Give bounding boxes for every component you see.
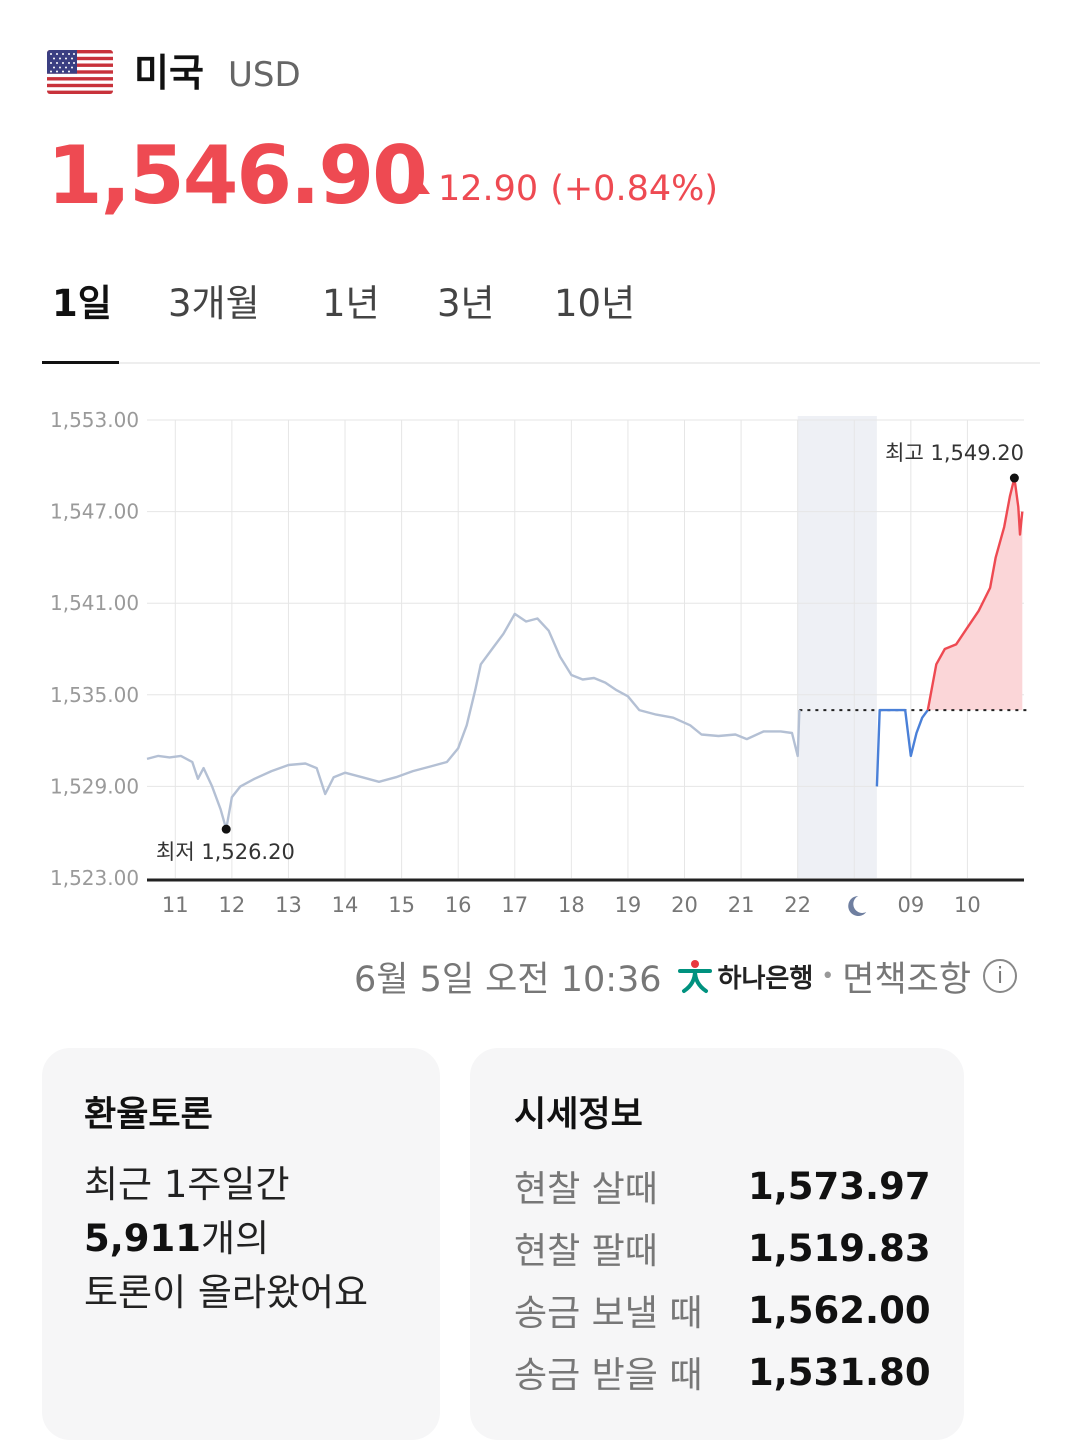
rate-label: 현찰 살때 [514,1169,658,1210]
x-tick-label: 12 [219,893,246,917]
series-line-today-down [875,708,929,787]
x-tick-label: 09 [897,893,924,917]
rate-value: 1,562.00 [748,1288,931,1332]
discussion-card[interactable]: 환율토론 최근 1주일간 5,911개의 토론이 올라왔어요 [42,1048,440,1440]
rate-row-remit-send: 송금 보낼 때 1,562.00 [514,1280,934,1340]
x-tick-label: 22 [784,893,811,917]
rate-info-title: 시세정보 [514,1095,643,1135]
rate-label: 송금 받을 때 [514,1355,703,1396]
rate-label: 현찰 팔때 [514,1231,658,1272]
discussion-line2: 5,911개의 [84,1212,368,1266]
chart-footer: 6월 5일 오전 10:36 하나은행 • 면책조항 i [354,948,1018,1004]
bank-logo: 하나은행 [676,957,814,995]
low-label: 최저 1,526.20 [156,840,295,864]
change-percent: (+0.84%) [550,169,719,209]
discussion-line3: 토론이 올라왔어요 [84,1271,369,1314]
active-tab-indicator [42,361,119,364]
tab-3m[interactable]: 3개월 [168,278,260,330]
x-tick-label: 19 [615,893,642,917]
rate-label: 송금 보낼 때 [514,1293,703,1334]
separator-dot: • [821,963,835,989]
period-tabs: 1일 3개월 1년 3년 10년 [42,270,1040,364]
discussion-line1: 최근 1주일간 [84,1163,290,1206]
x-tick-label: 15 [388,893,415,917]
rate-row-cash-sell: 현찰 팔때 1,519.83 [514,1218,934,1278]
y-tick-label: 1,547.00 [50,500,139,524]
x-tick-label: 10 [954,893,981,917]
country-name: 미국 [134,51,204,95]
low-marker [221,824,231,834]
tab-3y[interactable]: 3년 [437,278,495,330]
high-marker [1009,473,1019,483]
rate-change: 12.90 (+0.84%) [410,165,718,213]
discussion-title: 환율토론 [84,1095,213,1135]
discussion-count-suffix: 개의 [201,1217,270,1260]
y-tick-label: 1,529.00 [50,774,139,798]
x-tick-label: 11 [162,893,189,917]
tab-10y[interactable]: 10년 [554,278,635,330]
rate-row-remit-receive: 송금 받을 때 1,531.80 [514,1342,934,1402]
x-tick-label: 13 [275,893,302,917]
rate-value: 1,573.97 [748,1164,931,1208]
rate-chart[interactable]: 1,553.00 1,547.00 1,541.00 1,535.00 1,529.00… [0,390,1080,950]
x-tick-label: 21 [728,893,755,917]
y-tick-label: 1,553.00 [50,408,139,432]
y-tick-label: 1,523.00 [50,866,139,890]
discussion-count: 5,911 [84,1217,202,1260]
x-tick-label: 18 [558,893,585,917]
disclaimer-link[interactable]: 면책조항 [842,951,971,1002]
high-label: 최고 1,549.20 [885,441,1024,465]
x-tick-label: 16 [445,893,472,917]
current-rate: 1,546.90 [47,129,428,222]
info-icon[interactable]: i [983,959,1018,993]
rate-info-card[interactable]: 시세정보 현찰 살때 1,573.97 현찰 팔때 1,519.83 송금 보낼… [470,1048,964,1440]
tab-1y[interactable]: 1년 [322,278,380,330]
moon-icon [848,896,867,916]
x-tick-label: 20 [671,893,698,917]
rate-row-cash-buy: 현찰 살때 1,573.97 [514,1156,934,1216]
hana-logo-icon [677,960,712,993]
update-timestamp: 6월 5일 오전 10:36 [354,959,662,1000]
night-band [797,416,877,878]
currency-code: USD [228,55,301,95]
bank-name: 하나은행 [717,963,814,994]
rate-value: 1,531.80 [748,1350,931,1394]
up-triangle-icon [410,180,430,194]
x-tick-label: 17 [501,893,528,917]
series-line-previous-day [146,612,801,831]
discussion-summary: 최근 1주일간 5,911개의 토론이 올라왔어요 [84,1158,368,1320]
y-tick-label: 1,541.00 [50,591,139,615]
change-amount: 12.90 [438,169,539,209]
rate-value: 1,519.83 [748,1226,931,1270]
tab-1d[interactable]: 1일 [52,278,112,330]
us-flag-icon [47,50,113,94]
y-tick-label: 1,535.00 [50,683,139,707]
x-tick-label: 14 [332,893,359,917]
gain-area [927,478,1023,711]
